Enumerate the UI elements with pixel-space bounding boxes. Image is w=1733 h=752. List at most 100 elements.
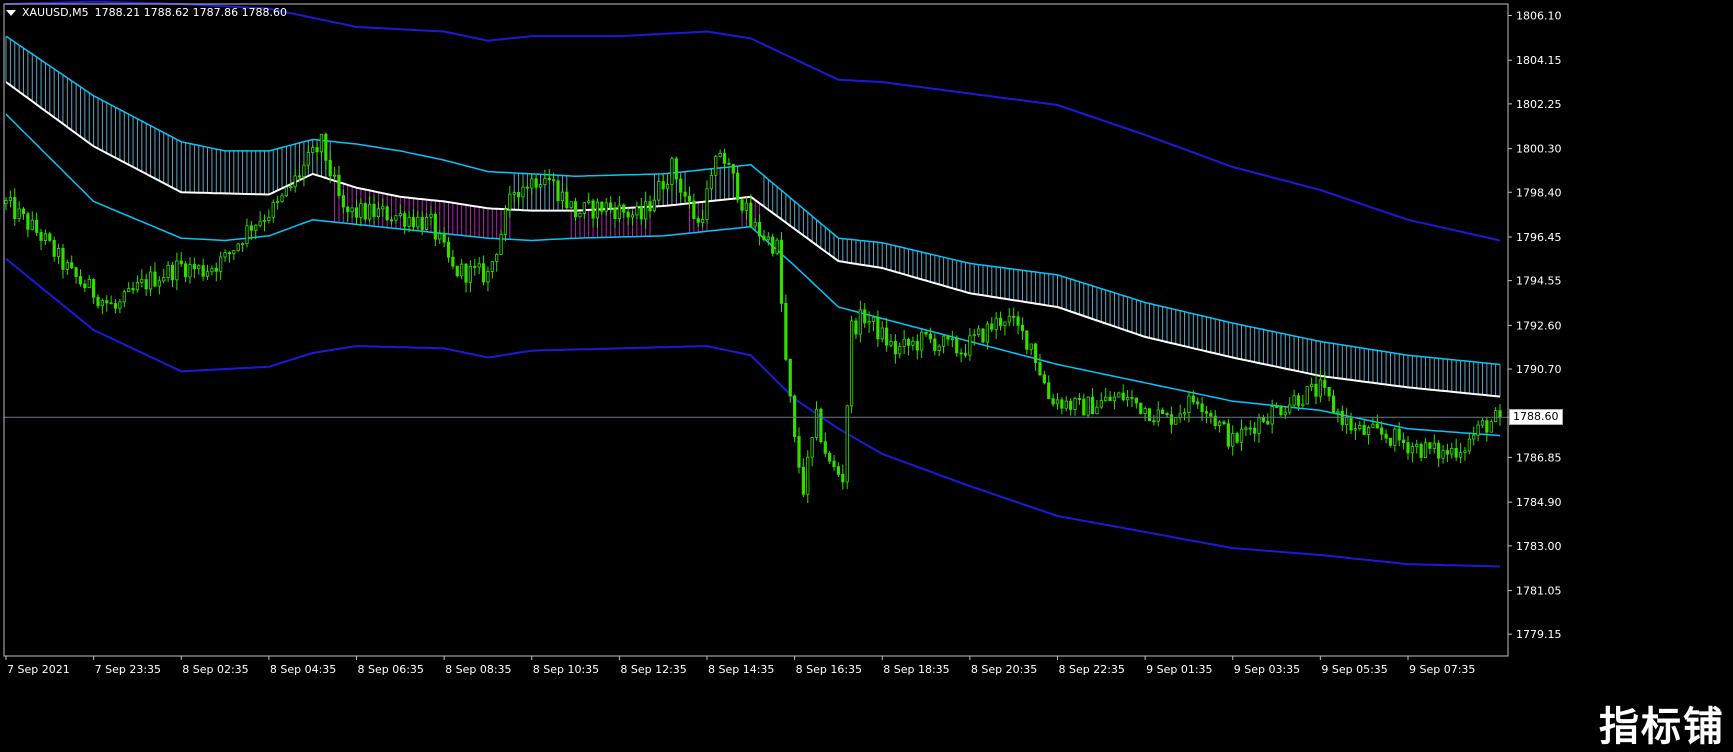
candle-body — [1042, 374, 1046, 384]
candle-body — [508, 193, 512, 210]
candle-body — [1314, 383, 1318, 397]
candle-body — [460, 263, 464, 277]
candle-body — [556, 180, 560, 202]
candle-body — [96, 296, 100, 307]
candle-body — [933, 338, 937, 351]
candle-body — [1029, 343, 1033, 350]
candle-body — [359, 203, 363, 218]
candle-body — [547, 177, 551, 181]
candle-body — [223, 252, 227, 258]
candle-body — [438, 233, 442, 240]
candle-body — [197, 265, 201, 270]
candle-body — [293, 175, 297, 188]
candle-body — [376, 208, 381, 217]
candle-body — [1388, 437, 1393, 446]
candle-body — [1270, 406, 1274, 425]
candle-body — [162, 277, 166, 282]
y-tick-label: 1784.90 — [1516, 496, 1562, 509]
candle-body — [280, 195, 284, 202]
candle-body — [363, 203, 367, 220]
candle-body — [595, 201, 600, 219]
candle-body — [1353, 428, 1358, 431]
menu-triangle-icon[interactable] — [6, 9, 16, 16]
candle-body — [525, 186, 529, 189]
candle-body — [828, 452, 832, 462]
candle-body — [1222, 421, 1226, 425]
candle-body — [83, 283, 87, 289]
x-tick-label: 8 Sep 16:35 — [796, 663, 862, 676]
candle-body — [1485, 420, 1489, 433]
candle-body — [674, 158, 678, 180]
candle-body — [963, 353, 968, 356]
candle-body — [1069, 400, 1073, 410]
candle-body — [718, 153, 722, 157]
candle-body — [403, 213, 407, 227]
price-chart[interactable]: 1806.10 1804.15 1802.25 1800.30 1798.40 1796.… — [0, 0, 1733, 752]
candle-body — [1318, 379, 1322, 397]
candle-body — [258, 220, 262, 226]
candle-body — [696, 218, 700, 223]
candle-body — [1419, 443, 1423, 458]
candle-body — [1345, 417, 1349, 425]
candle-body — [985, 323, 989, 343]
candle-body — [433, 213, 437, 240]
candle-body — [836, 466, 841, 475]
candle-body — [1296, 395, 1301, 406]
candle-body — [657, 181, 661, 201]
candle-body — [381, 206, 385, 210]
candle-body — [990, 323, 994, 330]
candle-body — [324, 133, 328, 161]
candle-body — [135, 281, 140, 291]
x-tick-label: 8 Sep 02:35 — [182, 663, 248, 676]
candle-body — [591, 200, 595, 219]
candle-body — [1283, 411, 1287, 416]
candle-body — [692, 200, 696, 220]
x-tick-label: 8 Sep 22:35 — [1058, 663, 1124, 676]
candle-body — [1301, 403, 1305, 406]
candle-body — [744, 202, 749, 211]
candle-body — [311, 147, 315, 153]
candle-body — [1472, 434, 1476, 440]
candle-body — [486, 271, 490, 283]
candle-body — [416, 216, 420, 228]
candle-body — [1161, 409, 1165, 414]
candle-body — [823, 441, 827, 454]
candle-body — [227, 252, 232, 255]
candle-body — [499, 234, 503, 255]
x-tick-label: 8 Sep 12:35 — [620, 663, 686, 676]
x-tick-label: 8 Sep 10:35 — [533, 663, 599, 676]
y-tick-label: 1804.15 — [1516, 54, 1562, 67]
candle-body — [1476, 424, 1480, 436]
candle-body — [1117, 392, 1121, 398]
candle-body — [184, 263, 188, 278]
candle-body — [21, 208, 26, 215]
candle-body — [122, 291, 126, 303]
candle-body — [48, 233, 52, 241]
candle-body — [1196, 401, 1200, 405]
candle-body — [1231, 433, 1235, 447]
candle-body — [538, 184, 543, 188]
candle-body — [271, 202, 275, 218]
candle-body — [1130, 397, 1134, 399]
candle-body — [1393, 428, 1397, 446]
x-tick-label: 8 Sep 18:35 — [883, 663, 949, 676]
candle-body — [148, 271, 153, 290]
candle-body — [1012, 315, 1016, 318]
candle-body — [946, 335, 950, 340]
candle-body — [722, 153, 727, 164]
candle-body — [1033, 343, 1038, 363]
candle-body — [1191, 395, 1195, 403]
x-tick-label: 8 Sep 04:35 — [270, 663, 336, 676]
candle-body — [1274, 406, 1279, 408]
candle-body — [1362, 425, 1366, 435]
candle-body — [832, 460, 836, 468]
candle-body — [1358, 425, 1362, 429]
candle-body — [854, 320, 858, 335]
candle-body — [849, 320, 854, 407]
candle-body — [1489, 421, 1493, 433]
candle-body — [981, 328, 985, 343]
candle-body — [902, 338, 906, 347]
candle-body — [604, 202, 608, 212]
candle-body — [481, 263, 486, 283]
candle-body — [131, 288, 135, 291]
